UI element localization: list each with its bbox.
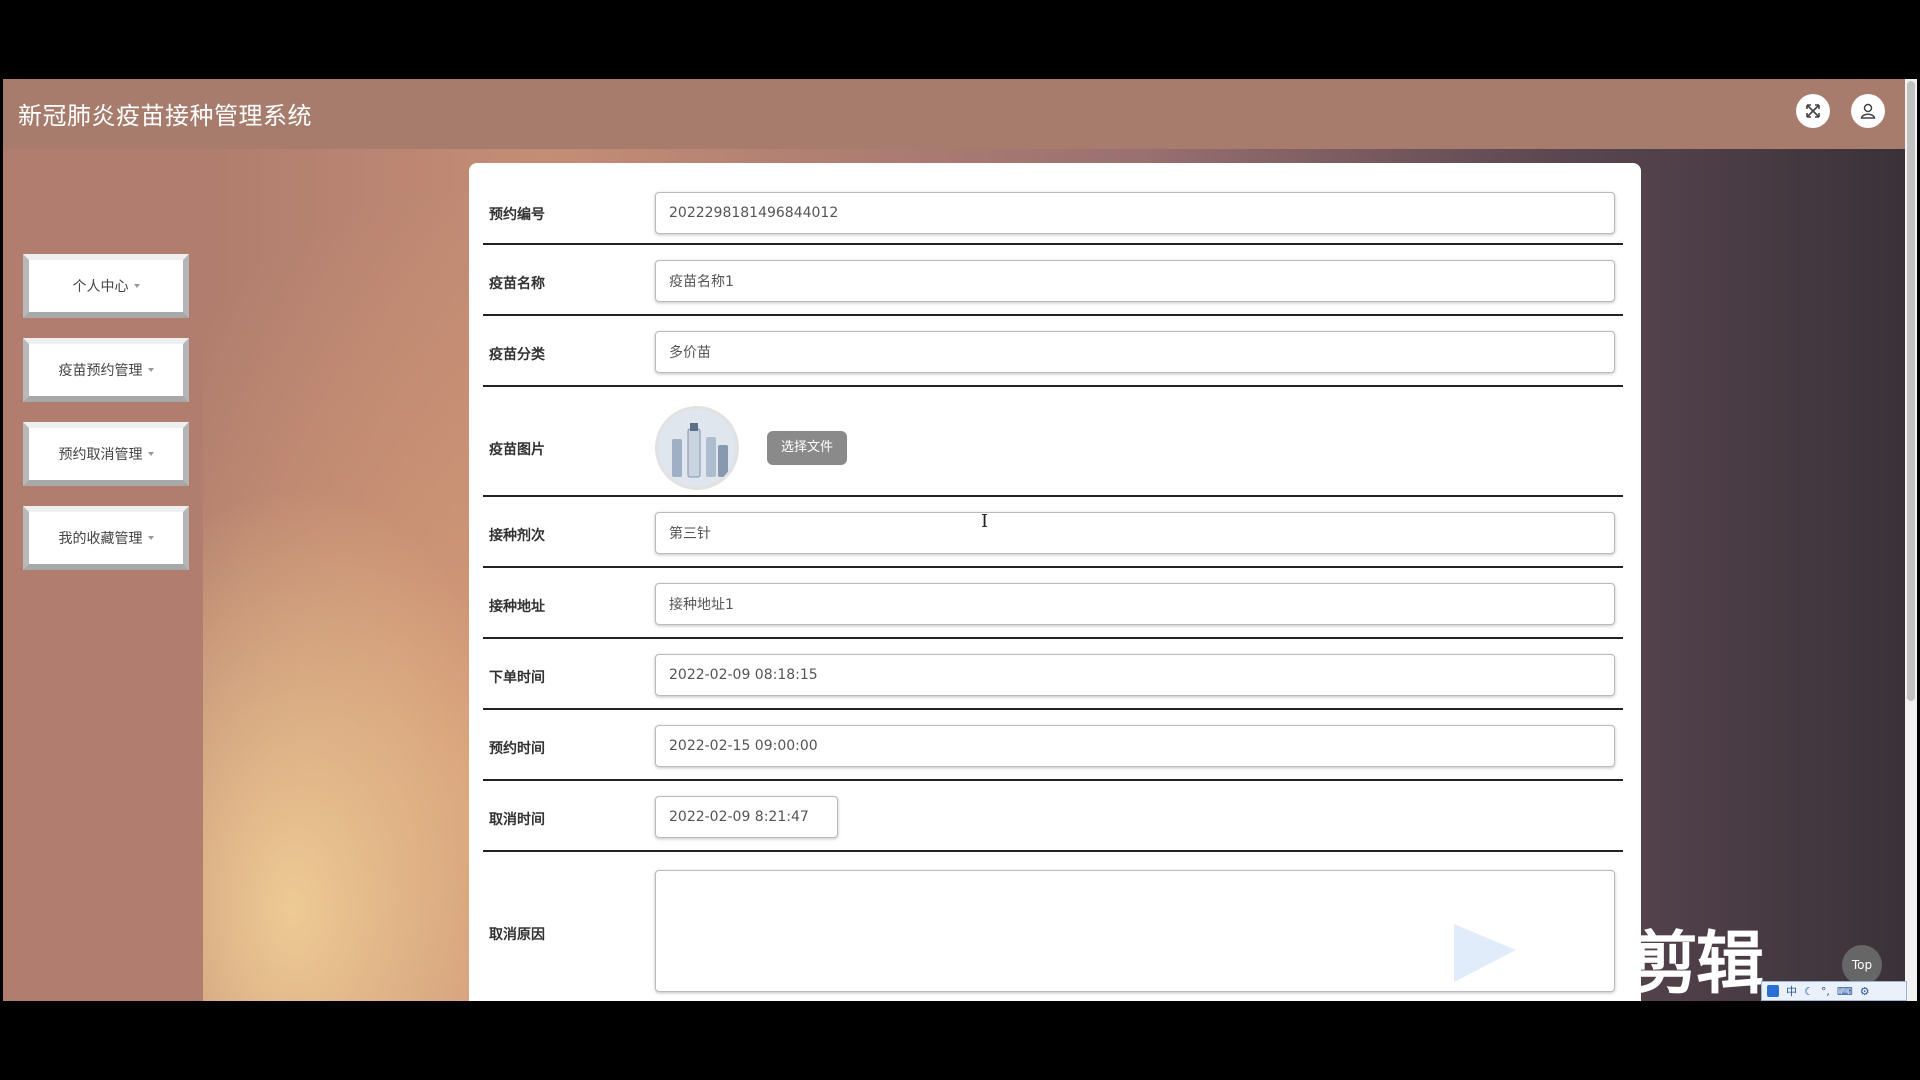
field-label: 取消原因 — [489, 927, 545, 943]
vaccine-name-input[interactable] — [655, 260, 1615, 302]
form-row-appointment-time: 预约时间 — [483, 710, 1623, 781]
dose-input[interactable] — [655, 512, 1615, 554]
top-header: 新冠肺炎疫苗接种管理系统 — [3, 79, 1908, 149]
field-label: 预约编号 — [489, 207, 545, 223]
form-row-address: 接种地址 — [483, 568, 1623, 639]
app-title: 新冠肺炎疫苗接种管理系统 — [18, 102, 312, 130]
user-button[interactable] — [1851, 94, 1885, 128]
sidebar-item-personal-center[interactable]: 个人中心 — [23, 254, 189, 318]
fullscreen-button[interactable] — [1796, 94, 1830, 128]
field-label: 接种剂次 — [489, 528, 545, 544]
sidebar-item-label: 疫苗预约管理 — [58, 363, 143, 379]
field-label: 下单时间 — [489, 670, 545, 686]
cancel-time-input[interactable] — [655, 796, 838, 838]
field-label: 取消时间 — [489, 812, 545, 828]
vaccine-image-preview — [655, 406, 739, 490]
form-row-vaccine-name: 疫苗名称 — [483, 245, 1623, 316]
caret-down-icon — [133, 284, 140, 288]
appointment-time-input[interactable] — [655, 725, 1615, 767]
field-label: 疫苗图片 — [489, 442, 545, 458]
sidebar-item-label: 个人中心 — [72, 279, 129, 295]
sidebar-item-favorites[interactable]: 我的收藏管理 — [23, 506, 189, 570]
sidebar-item-booking-cancel[interactable]: 预约取消管理 — [23, 422, 189, 486]
choose-file-button[interactable]: 选择文件 — [767, 431, 847, 465]
form-row-vaccine-category: 疫苗分类 — [483, 316, 1623, 387]
keyboard-icon: ⌨ — [1836, 984, 1853, 998]
booking-no-input[interactable] — [655, 192, 1615, 234]
address-input[interactable] — [655, 583, 1615, 625]
fullscreen-toggle-icon — [1806, 104, 1820, 118]
field-label: 疫苗分类 — [489, 347, 545, 363]
sidebar-item-vaccine-booking[interactable]: 疫苗预约管理 — [23, 338, 189, 402]
field-label: 疫苗名称 — [489, 276, 545, 292]
back-to-top-button[interactable]: Top — [1842, 945, 1882, 985]
caret-down-icon — [147, 536, 154, 540]
ime-logo-icon — [1767, 985, 1779, 997]
field-label: 预约时间 — [489, 741, 545, 757]
vaccine-category-input[interactable] — [655, 331, 1615, 373]
moon-icon: ☾ — [1804, 984, 1814, 998]
page-scrollbar[interactable] — [1905, 79, 1917, 1001]
sidebar-item-label: 预约取消管理 — [58, 447, 143, 463]
form-row-dose: 接种剂次 — [483, 497, 1623, 568]
caret-down-icon — [147, 368, 154, 372]
form-row-cancel-time: 取消时间 — [483, 781, 1623, 852]
watermark-text: 剪辑 — [1630, 925, 1764, 1004]
user-icon — [1860, 103, 1876, 119]
settings-icon: ⚙ — [1859, 984, 1870, 998]
caret-down-icon — [147, 452, 154, 456]
video-editor-logo-icon — [1454, 924, 1516, 982]
vaccine-vial-image — [658, 409, 736, 487]
sidebar-item-label: 我的收藏管理 — [58, 531, 143, 547]
ime-mode-label: 中 — [1786, 985, 1797, 998]
sidebar: 个人中心 疫苗预约管理 预约取消管理 我的收藏管理 — [3, 149, 203, 1001]
form-row-booking-no: 预约编号 — [483, 163, 1623, 245]
form-row-vaccine-image: 疫苗图片 选择文件 — [483, 387, 1623, 497]
order-time-input[interactable] — [655, 654, 1615, 696]
booking-detail-form: 预约编号 疫苗名称 疫苗分类 疫苗图片 选择文件 接种剂次 接种地址 — [469, 163, 1641, 1001]
form-row-order-time: 下单时间 — [483, 639, 1623, 710]
text-cursor-icon: I — [981, 511, 989, 532]
field-label: 接种地址 — [489, 599, 545, 615]
ime-toolbar[interactable]: 中 ☾ °, ⌨ ⚙ — [1761, 981, 1907, 1001]
scrollbar-thumb[interactable] — [1907, 81, 1915, 701]
punctuation-icon: °, — [1820, 984, 1830, 998]
